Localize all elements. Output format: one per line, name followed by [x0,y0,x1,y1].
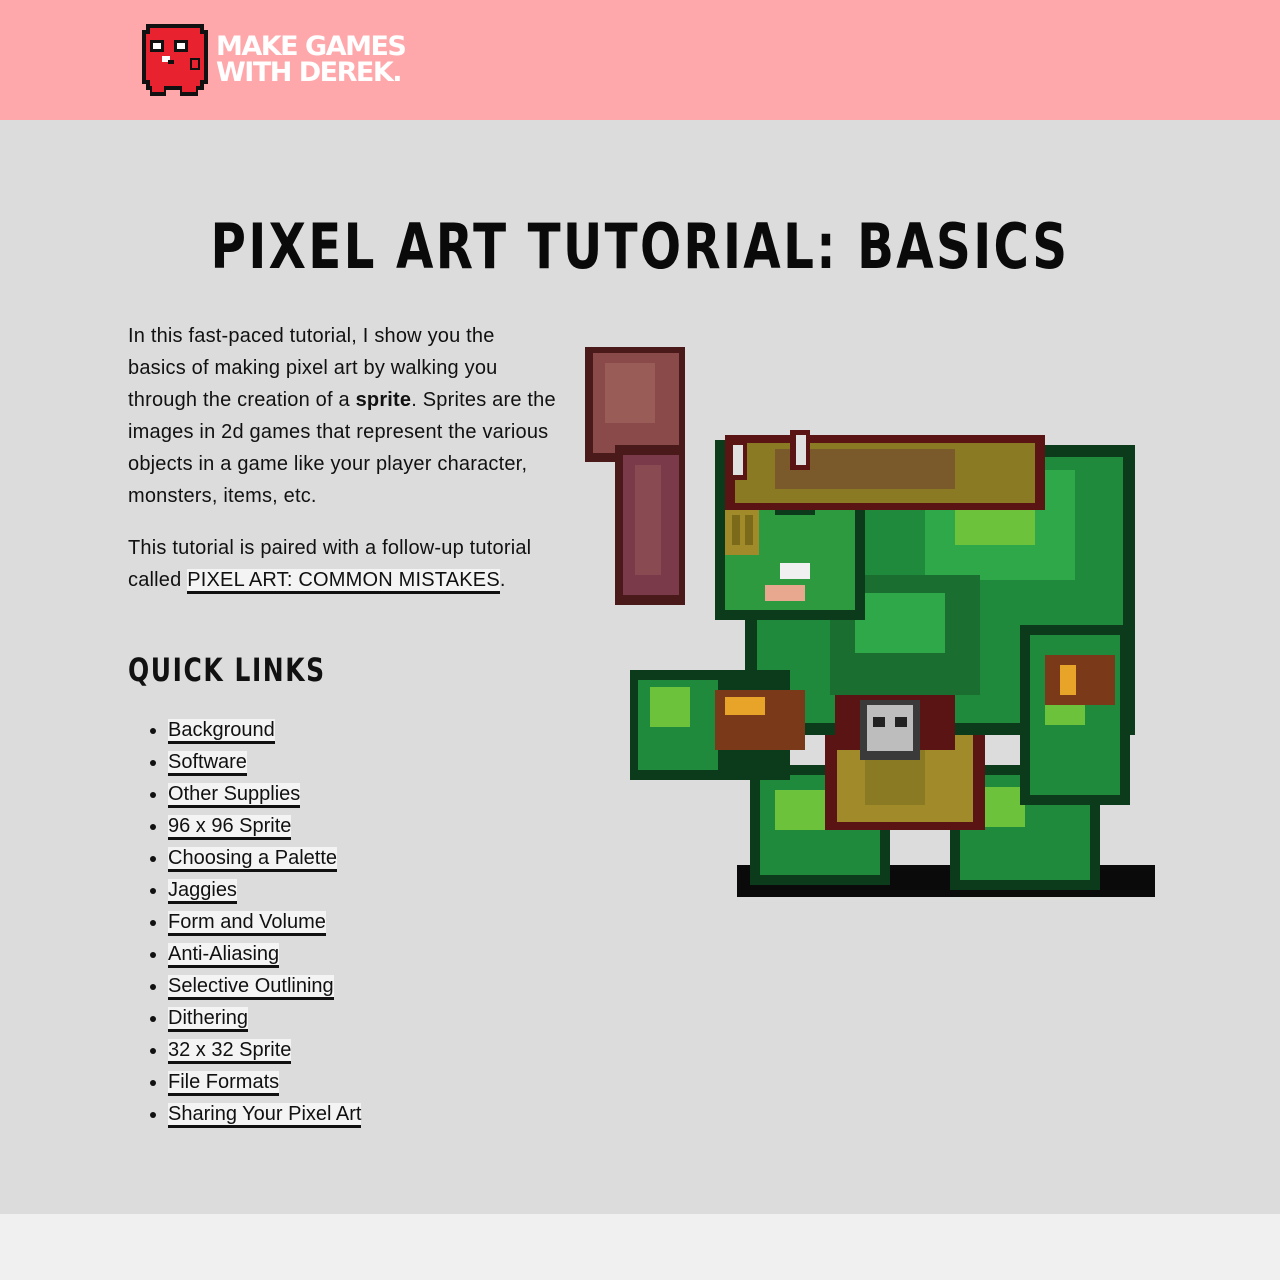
intro-paragraph: In this fast-paced tutorial, I show you … [128,320,558,512]
quick-links-heading: QUICK LINKS [128,651,326,689]
red-blob-mascot-icon [142,24,208,96]
main-content: PIXEL ART TUTORIAL: BASICS In this fast-… [0,120,1280,1214]
list-item: Software [168,746,361,778]
quick-link-other-supplies[interactable]: Other Supplies [168,783,301,808]
intro-text: In this fast-paced tutorial, I show you … [128,320,558,616]
quick-link-selective-outlining[interactable]: Selective Outlining [168,975,334,1000]
orc-sprite-image [585,347,1155,897]
list-item: File Formats [168,1066,361,1098]
quick-link-form-volume[interactable]: Form and Volume [168,911,326,936]
quick-links-list: Background Software Other Supplies 96 x … [128,714,362,1130]
list-item: Dithering [168,1002,361,1034]
list-item: Anti-Aliasing [168,938,361,970]
list-item: Sharing Your Pixel Art [168,1098,362,1130]
quick-link-dithering[interactable]: Dithering [168,1007,249,1032]
footer-strip [0,1214,1280,1280]
quick-link-96-sprite[interactable]: 96 x 96 Sprite [168,815,292,840]
logo-wordmark: MAKE GAMES WITH DEREK. [216,33,407,88]
site-logo[interactable]: MAKE GAMES WITH DEREK. [140,20,407,100]
list-item: Jaggies [168,874,361,906]
list-item: 96 x 96 Sprite [168,810,361,842]
followup-paragraph: This tutorial is paired with a follow-up… [128,532,558,596]
common-mistakes-link[interactable]: PIXEL ART: COMMON MISTAKES [187,569,500,594]
quick-link-sharing[interactable]: Sharing Your Pixel Art [168,1103,362,1128]
quick-link-choosing-palette[interactable]: Choosing a Palette [168,847,338,872]
quick-link-anti-aliasing[interactable]: Anti-Aliasing [168,943,280,968]
list-item: Other Supplies [168,778,361,810]
quick-link-jaggies[interactable]: Jaggies [168,879,237,904]
site-header: MAKE GAMES WITH DEREK. [0,0,1280,120]
list-item: Form and Volume [168,906,361,938]
page-title: PIXEL ART TUTORIAL: BASICS [210,210,1070,283]
list-item: Selective Outlining [168,970,361,1002]
quick-link-file-formats[interactable]: File Formats [168,1071,280,1096]
logo-line-2: WITH DEREK. [216,57,403,88]
quick-link-background[interactable]: Background [168,719,275,744]
list-item: 32 x 32 Sprite [168,1034,361,1066]
club [585,347,685,605]
list-item: Background [168,714,361,746]
followup-text-part2: . [499,569,506,591]
quick-link-32-sprite[interactable]: 32 x 32 Sprite [168,1039,292,1064]
list-item: Choosing a Palette [168,842,361,874]
sprite-term: sprite [355,389,412,411]
quick-link-software[interactable]: Software [168,751,247,776]
